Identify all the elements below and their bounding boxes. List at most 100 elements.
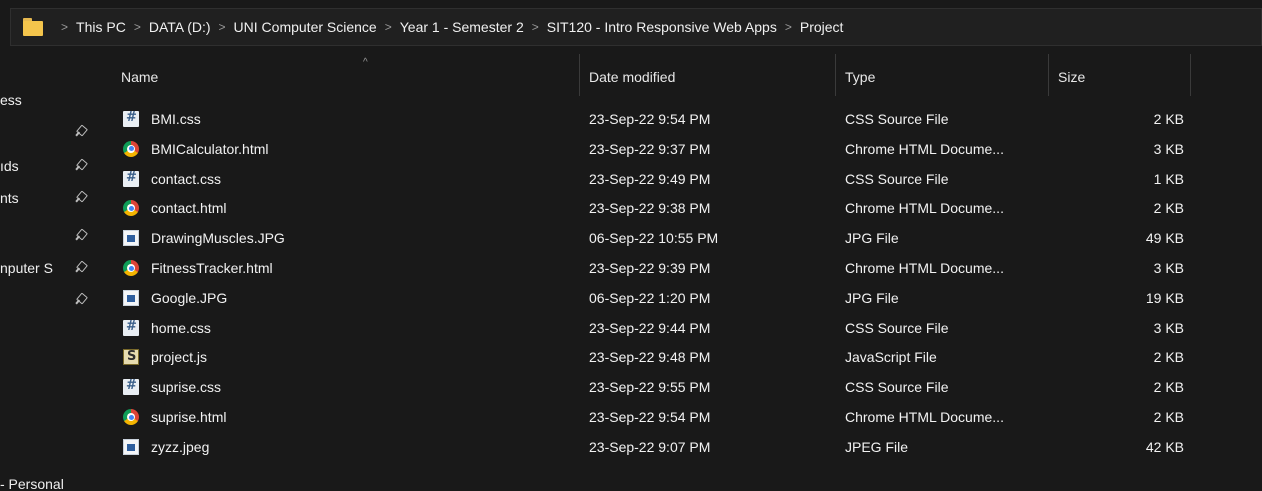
file-type: CSS Source File (845, 319, 949, 336)
table-row[interactable]: suprise.css 23-Sep-22 9:55 PM CSS Source F… (113, 372, 1193, 402)
file-date-modified: 23-Sep-22 9:38 PM (589, 200, 711, 217)
table-row[interactable]: home.css 23-Sep-22 9:44 PM CSS Source File… (113, 313, 1193, 343)
file-size: 3 KB (1153, 319, 1184, 336)
nav-item-quick-access[interactable]: ess (0, 88, 100, 112)
table-row[interactable]: contact.css 23-Sep-22 9:49 PM CSS Source F… (113, 164, 1193, 194)
pin-icon[interactable] (74, 262, 86, 274)
file-type: CSS Source File (845, 379, 949, 396)
file-name: DrawingMuscles.JPG (151, 230, 285, 247)
file-name: Google.JPG (151, 289, 228, 306)
nav-item-downloads[interactable]: ıds (0, 154, 100, 178)
file-type: JPG File (845, 289, 899, 306)
column-divider[interactable] (579, 54, 580, 96)
file-name-cell[interactable]: Google.JPG (123, 283, 227, 313)
breadcrumb-project[interactable]: Project (800, 19, 844, 35)
table-row[interactable]: BMI.css 23-Sep-22 9:54 PM CSS Source File 2… (113, 104, 1193, 134)
file-date-modified: 23-Sep-22 9:07 PM (589, 438, 711, 455)
file-name-cell[interactable]: suprise.css (123, 372, 221, 402)
file-date-modified: 23-Sep-22 9:49 PM (589, 170, 711, 187)
chevron-right-icon[interactable]: > (785, 20, 792, 34)
column-header-label: Date modified (589, 69, 676, 85)
breadcrumb-data-drive[interactable]: DATA (D:) (149, 19, 211, 35)
pin-icon[interactable] (74, 126, 86, 138)
nav-item-label: ıds (0, 158, 19, 174)
file-name-cell[interactable]: FitnessTracker.html (123, 253, 273, 283)
nav-item-pinned-1[interactable] (0, 120, 100, 144)
file-name-cell[interactable]: contact.css (123, 164, 221, 194)
table-row[interactable]: zyzz.jpeg 23-Sep-22 9:07 PM JPEG File 42 KB (113, 432, 1193, 462)
file-name-cell[interactable]: zyzz.jpeg (123, 432, 209, 462)
column-header-size[interactable]: Size (1050, 50, 1190, 104)
table-row[interactable]: contact.html 23-Sep-22 9:38 PM Chrome HTML… (113, 193, 1193, 223)
table-row[interactable]: suprise.html 23-Sep-22 9:54 PM Chrome HTML… (113, 402, 1193, 432)
file-size: 3 KB (1153, 260, 1184, 276)
chrome-html-icon (123, 200, 139, 217)
column-header-date-modified[interactable]: Date modified (581, 50, 835, 104)
file-name-cell[interactable]: suprise.html (123, 402, 226, 432)
image-file-icon (123, 438, 139, 455)
column-header-type[interactable]: Type (837, 50, 1048, 104)
nav-item-label: - Personal (0, 476, 64, 491)
column-divider[interactable] (835, 54, 836, 96)
file-name-cell[interactable]: home.css (123, 313, 211, 343)
nav-item-documents[interactable]: nts (0, 186, 100, 210)
chevron-right-icon[interactable]: > (532, 20, 539, 34)
file-date-modified: 06-Sep-22 10:55 PM (589, 230, 719, 247)
table-row[interactable]: BMICalculator.html 23-Sep-22 9:37 PM Chrom… (113, 134, 1193, 164)
file-date-modified: 23-Sep-22 9:55 PM (589, 379, 711, 396)
chevron-right-icon[interactable]: > (219, 20, 226, 34)
file-name-cell[interactable]: DrawingMuscles.JPG (123, 223, 285, 253)
pin-icon[interactable] (74, 230, 86, 242)
pin-icon[interactable] (74, 192, 86, 204)
table-row[interactable]: DrawingMuscles.JPG 06-Sep-22 10:55 PM JPG … (113, 223, 1193, 253)
nav-item-onedrive-personal[interactable]: - Personal (0, 472, 100, 491)
file-date-modified: 23-Sep-22 9:39 PM (589, 260, 711, 276)
image-file-icon (123, 230, 139, 247)
file-size: 2 KB (1153, 111, 1184, 127)
file-date-modified: 23-Sep-22 9:54 PM (589, 409, 711, 425)
column-divider[interactable] (1048, 54, 1049, 96)
pin-icon[interactable] (74, 294, 86, 306)
table-row[interactable]: project.js 23-Sep-22 9:48 PM JavaScript Fi… (113, 342, 1193, 372)
file-name: suprise.css (151, 379, 222, 396)
breadcrumb-sit120[interactable]: SIT120 - Intro Responsive Web Apps (547, 19, 777, 35)
nav-item-uni-computer-science[interactable]: nputer S (0, 256, 100, 280)
nav-item-label: nts (0, 190, 19, 206)
file-name: home.css (151, 319, 211, 336)
file-date-modified: 23-Sep-22 9:37 PM (589, 140, 711, 157)
file-name: BMICalculator.html (151, 140, 269, 157)
nav-item-pinned-3[interactable] (0, 288, 100, 312)
chevron-right-icon[interactable]: > (61, 20, 68, 34)
pin-icon[interactable] (74, 160, 86, 172)
nav-item-pinned-2[interactable] (0, 224, 100, 248)
breadcrumb-this-pc[interactable]: This PC (76, 19, 126, 35)
file-name: suprise.html (151, 409, 227, 425)
table-row[interactable]: Google.JPG 06-Sep-22 1:20 PM JPG File 19 KB (113, 283, 1193, 313)
chevron-right-icon[interactable]: > (134, 20, 141, 34)
column-header-row: Name ^ Date modified Type Size (113, 50, 1262, 104)
table-row[interactable]: FitnessTracker.html 23-Sep-22 9:39 PM Chro… (113, 253, 1193, 283)
file-name: contact.css (151, 170, 222, 187)
file-name: FitnessTracker.html (151, 260, 273, 276)
folder-icon (23, 17, 43, 37)
file-name-cell[interactable]: BMICalculator.html (123, 134, 268, 164)
file-type: JPEG File (845, 438, 909, 455)
chevron-right-icon[interactable]: > (385, 20, 392, 34)
sort-ascending-icon: ^ (363, 57, 368, 68)
column-header-label: Type (845, 69, 876, 85)
file-name-cell[interactable]: BMI.css (123, 104, 201, 134)
file-name: project.js (151, 349, 208, 366)
column-header-name[interactable]: Name (113, 50, 579, 104)
nav-item-label: nputer S (0, 260, 53, 276)
breadcrumb-uni-computer-science[interactable]: UNI Computer Science (234, 19, 377, 35)
file-date-modified: 23-Sep-22 9:54 PM (589, 111, 711, 127)
column-divider[interactable] (1190, 54, 1191, 96)
file-name-cell[interactable]: contact.html (123, 193, 226, 223)
file-name-cell[interactable]: project.js (123, 342, 207, 372)
file-size: 42 KB (1145, 438, 1184, 455)
chrome-html-icon (123, 409, 139, 425)
file-size: 1 KB (1153, 170, 1184, 187)
address-bar[interactable]: > This PC > DATA (D:) > UNI Computer Sci… (10, 8, 1262, 46)
breadcrumb-year-1-semester-2[interactable]: Year 1 - Semester 2 (400, 19, 524, 35)
column-header-label: Name (121, 69, 159, 85)
